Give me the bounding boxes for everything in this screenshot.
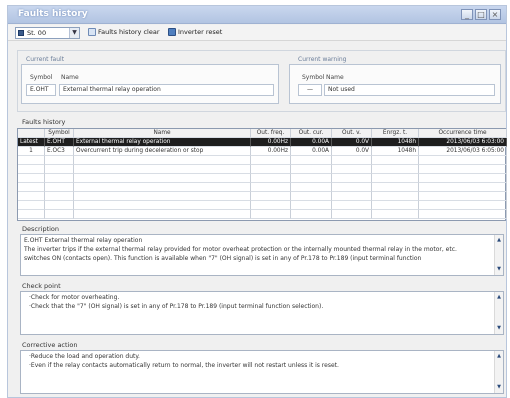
table-row-empty bbox=[18, 183, 507, 192]
row-symbol: E.OHT bbox=[45, 138, 74, 147]
scroll-up-icon[interactable]: ▲ bbox=[496, 237, 502, 244]
clear-history-icon bbox=[88, 28, 96, 36]
faults-history-table: Symbol Name Out. freq. Out. cur. Out. v.… bbox=[17, 128, 507, 221]
table-row-empty bbox=[18, 192, 507, 201]
scroll-down-icon[interactable]: ▼ bbox=[496, 325, 502, 332]
description-line: switches ON (contacts open). This functi… bbox=[24, 255, 422, 262]
row-out-cur: 0.00A bbox=[291, 147, 332, 156]
row-enrgz-t: 1048h bbox=[372, 138, 419, 147]
row-occurrence-time: 2013/06/03 6:03:00 bbox=[419, 138, 507, 147]
current-warning-name: Not used bbox=[324, 84, 495, 96]
current-fault-name-header: Name bbox=[61, 74, 79, 81]
row-out-freq: 0.00Hz bbox=[251, 138, 291, 147]
toolbar: St. 00 ▼ Faults history clear Inverter r… bbox=[8, 25, 506, 41]
station-select[interactable]: St. 00 ▼ bbox=[15, 27, 80, 39]
current-warning-name-header: Name bbox=[326, 74, 344, 81]
column-header-occurrence-time: Occurrence time bbox=[419, 129, 507, 138]
check-point-scrollbar[interactable]: ▲ ▼ bbox=[494, 292, 503, 334]
maximize-button[interactable]: □ bbox=[475, 9, 487, 20]
corrective-action-line: ·Even if the relay contacts automaticall… bbox=[29, 362, 339, 369]
column-header bbox=[18, 129, 45, 138]
row-occurrence-time: 2013/06/03 6:05:00 bbox=[419, 147, 507, 156]
minimize-button[interactable]: _ bbox=[461, 9, 473, 20]
column-header-out-freq: Out. freq. bbox=[251, 129, 291, 138]
current-warning-label: Current warning bbox=[298, 56, 347, 63]
scroll-down-icon[interactable]: ▼ bbox=[496, 384, 502, 391]
station-icon bbox=[18, 30, 24, 36]
row-index: 1 bbox=[18, 147, 45, 156]
inverter-reset-label: Inverter reset bbox=[178, 28, 223, 36]
scroll-up-icon[interactable]: ▲ bbox=[496, 353, 502, 360]
table-row-empty bbox=[18, 165, 507, 174]
corrective-action-text-area[interactable]: ·Reduce the load and operation duty. ·Ev… bbox=[20, 350, 504, 394]
faults-history-window: Faults history _ □ × St. 00 ▼ Faults his… bbox=[7, 5, 507, 398]
check-point-label: Check point bbox=[22, 282, 61, 290]
table-row[interactable]: 1 E.OC3 Overcurrent trip during decelera… bbox=[18, 147, 507, 156]
description-line: The inverter trips if the external therm… bbox=[24, 246, 457, 253]
column-header-symbol: Symbol bbox=[45, 129, 74, 138]
current-fault-symbol: E.OHT bbox=[26, 84, 56, 96]
row-index: Latest bbox=[18, 138, 45, 147]
table-row-empty bbox=[18, 174, 507, 183]
check-point-line: ·Check for motor overheating. bbox=[29, 294, 120, 301]
row-symbol: E.OC3 bbox=[45, 147, 74, 156]
current-fault-label: Current fault bbox=[26, 56, 65, 63]
scroll-up-icon[interactable]: ▲ bbox=[496, 294, 502, 301]
current-warning-symbol-header: Symbol bbox=[302, 74, 325, 81]
close-button[interactable]: × bbox=[489, 9, 501, 20]
corrective-action-label: Corrective action bbox=[22, 341, 78, 349]
table-row[interactable]: Latest E.OHT External thermal relay oper… bbox=[18, 138, 507, 147]
row-name: External thermal relay operation bbox=[74, 138, 251, 147]
description-line: E.OHT External thermal relay operation bbox=[24, 237, 143, 244]
table-row-empty bbox=[18, 156, 507, 165]
scroll-down-icon[interactable]: ▼ bbox=[496, 266, 502, 273]
title-bar: Faults history _ □ × bbox=[8, 6, 506, 24]
row-out-v: 0.0V bbox=[332, 147, 372, 156]
corrective-action-line: ·Reduce the load and operation duty. bbox=[29, 353, 140, 360]
chevron-down-icon[interactable]: ▼ bbox=[69, 28, 79, 38]
row-out-v: 0.0V bbox=[332, 138, 372, 147]
row-out-cur: 0.00A bbox=[291, 138, 332, 147]
column-header-name: Name bbox=[74, 129, 251, 138]
column-header-out-v: Out. v. bbox=[332, 129, 372, 138]
description-label: Description bbox=[22, 225, 60, 233]
current-fault-symbol-header: Symbol bbox=[30, 74, 53, 81]
inverter-icon bbox=[168, 28, 176, 36]
faults-history-clear-label: Faults history clear bbox=[98, 28, 160, 36]
column-header-enrgz-t: Enrgz. t. bbox=[372, 129, 419, 138]
row-name: Overcurrent trip during deceleration or … bbox=[74, 147, 251, 156]
column-header-out-cur: Out. cur. bbox=[291, 129, 332, 138]
check-point-text-area[interactable]: ·Check for motor overheating. ·Check tha… bbox=[20, 291, 504, 335]
station-value: St. 00 bbox=[27, 29, 47, 37]
table-row-empty bbox=[18, 210, 507, 219]
row-out-freq: 0.00Hz bbox=[251, 147, 291, 156]
description-scrollbar[interactable]: ▲ ▼ bbox=[494, 235, 503, 275]
window-title: Faults history bbox=[18, 9, 88, 19]
description-text-area[interactable]: E.OHT External thermal relay operation T… bbox=[20, 234, 504, 276]
check-point-line: ·Check that the "7" (OH signal) is set i… bbox=[29, 303, 324, 310]
current-warning-symbol: — bbox=[298, 84, 322, 96]
table-header-row: Symbol Name Out. freq. Out. cur. Out. v.… bbox=[18, 129, 507, 138]
row-enrgz-t: 1048h bbox=[372, 147, 419, 156]
current-fault-name: External thermal relay operation bbox=[59, 84, 274, 96]
faults-history-clear-button[interactable]: Faults history clear bbox=[88, 28, 160, 39]
inverter-reset-button[interactable]: Inverter reset bbox=[168, 28, 222, 39]
corrective-action-scrollbar[interactable]: ▲ ▼ bbox=[494, 351, 503, 393]
table-row-empty bbox=[18, 201, 507, 210]
faults-history-label: Faults history bbox=[22, 118, 66, 126]
